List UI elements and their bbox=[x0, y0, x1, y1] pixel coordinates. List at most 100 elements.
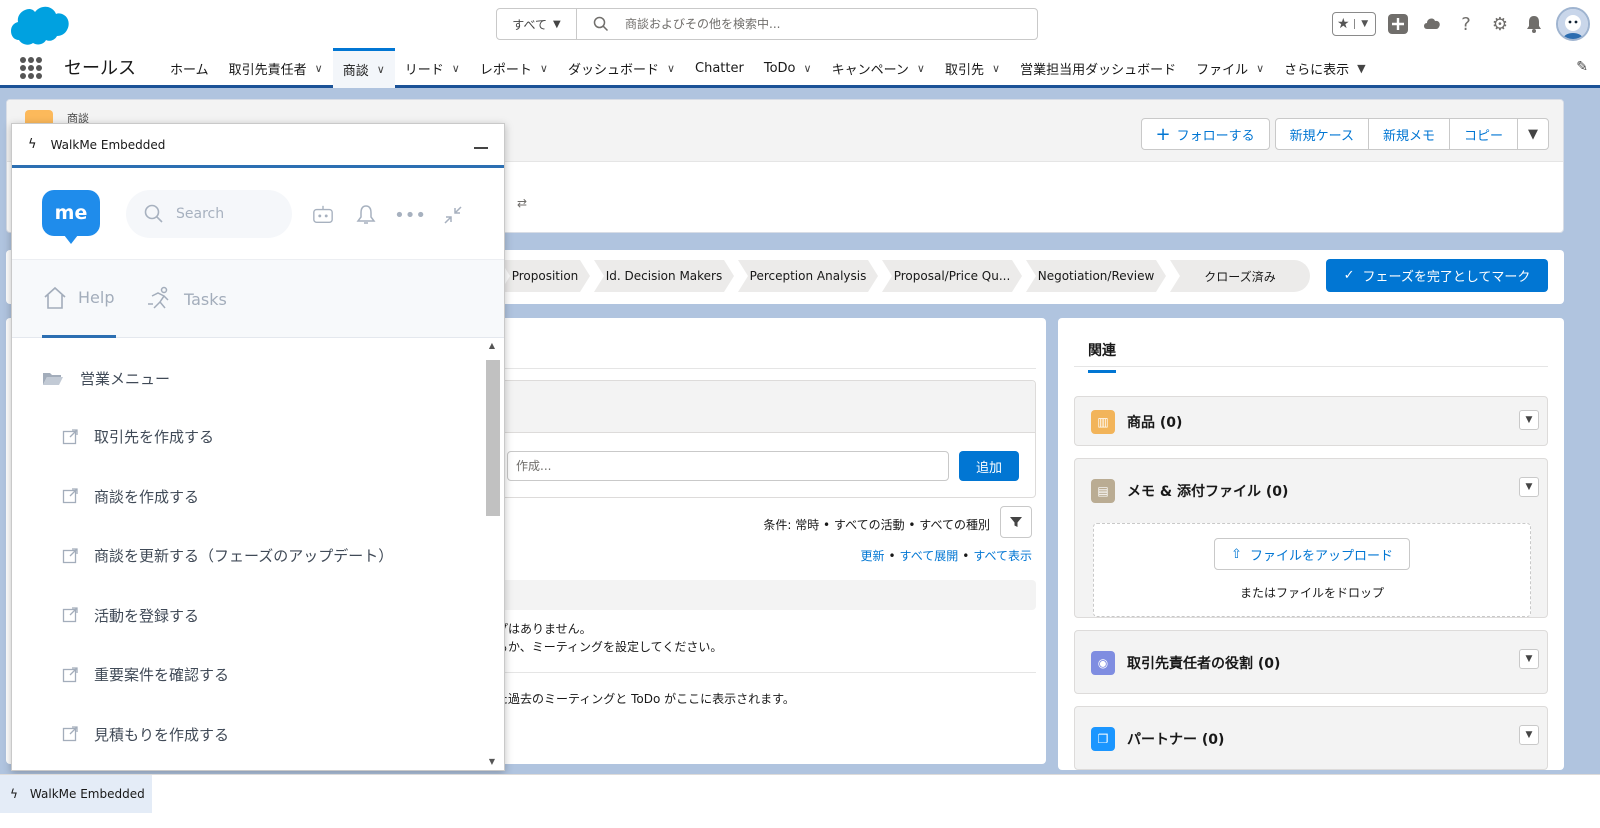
nav-tab[interactable]: 取引先 ∨ bbox=[935, 48, 1010, 88]
scroll-down-arrow-icon[interactable]: ▼ bbox=[484, 754, 500, 770]
edit-nav-icon[interactable]: ✎ bbox=[1576, 59, 1588, 75]
new-note-button[interactable]: 新規メモ bbox=[1367, 118, 1450, 150]
walkme-help-item[interactable]: 商談を更新する（フェーズのアップデート） bbox=[62, 545, 393, 566]
setup-button[interactable]: ⚙ bbox=[1488, 12, 1512, 36]
path-step[interactable]: Perception Analysis bbox=[738, 260, 878, 292]
related-list-title[interactable]: パートナー (0) bbox=[1127, 729, 1224, 749]
related-list-menu-button[interactable]: ▼ bbox=[1519, 649, 1539, 669]
nav-tab-label: ToDo bbox=[763, 60, 796, 76]
nav-tab[interactable]: ホーム bbox=[160, 48, 219, 88]
path-step[interactable]: Negotiation/Review bbox=[1026, 260, 1166, 292]
global-search[interactable]: すべて ▼ 商談およびその他を検索中... bbox=[496, 8, 1038, 40]
chevron-down-icon[interactable]: ∨ bbox=[992, 62, 1000, 75]
nav-tab[interactable]: ダッシュボード ∨ bbox=[558, 48, 685, 88]
walkme-utility-label: WalkMe Embedded bbox=[29, 787, 145, 801]
path-step[interactable]: クローズ済み bbox=[1170, 260, 1310, 292]
expand-all-link[interactable]: すべて展開 bbox=[900, 549, 959, 563]
tab-help[interactable]: Help bbox=[42, 260, 116, 338]
walkme-help-item[interactable]: 重要案件を確認する bbox=[62, 664, 229, 685]
related-list-menu-button[interactable]: ▼ bbox=[1519, 477, 1539, 497]
related-list-menu-button[interactable]: ▼ bbox=[1519, 725, 1539, 745]
related-list-menu-button[interactable]: ▼ bbox=[1519, 410, 1539, 430]
help-button[interactable]: ? bbox=[1454, 12, 1478, 36]
tab-related[interactable]: 関連 bbox=[1088, 340, 1116, 373]
nav-tab-label: Chatter bbox=[695, 60, 744, 76]
mark-stage-complete-button[interactable]: ✓ フェーズを完了としてマーク bbox=[1326, 259, 1548, 292]
scroll-thumb[interactable] bbox=[486, 360, 500, 516]
nav-tab[interactable]: ToDo ∨ bbox=[754, 48, 822, 88]
chevron-down-icon[interactable]: ∨ bbox=[804, 62, 812, 75]
search-input[interactable]: 商談およびその他を検索中... bbox=[625, 9, 780, 39]
folder-item[interactable]: 営業メニュー bbox=[42, 368, 170, 389]
notifications-button[interactable] bbox=[1522, 12, 1546, 36]
home-icon bbox=[44, 286, 66, 309]
minimize-icon[interactable] bbox=[474, 146, 488, 149]
trailhead-button[interactable] bbox=[1420, 12, 1444, 36]
walkme-help-item[interactable]: 活動を登録する bbox=[62, 605, 199, 626]
path-step[interactable]: Proposition bbox=[500, 260, 590, 292]
tab-tasks[interactable]: Tasks bbox=[146, 260, 227, 338]
bot-button[interactable] bbox=[312, 204, 334, 226]
path-step[interactable]: Id. Decision Makers bbox=[594, 260, 734, 292]
chevron-down-icon[interactable]: ∨ bbox=[667, 62, 675, 75]
chevron-down-icon[interactable]: ∨ bbox=[917, 62, 925, 75]
view-all-link[interactable]: すべて表示 bbox=[973, 549, 1032, 563]
more-icon[interactable]: ••• bbox=[394, 204, 426, 226]
search-scope-dropdown[interactable]: すべて ▼ bbox=[497, 9, 577, 39]
copy-button[interactable]: コピー bbox=[1448, 118, 1518, 150]
plus-icon: + bbox=[1155, 123, 1171, 145]
walkme-utility-item[interactable]: ϟ WalkMe Embedded bbox=[0, 775, 152, 813]
walkme-search[interactable]: Search bbox=[126, 190, 292, 238]
nav-tab[interactable]: リード ∨ bbox=[395, 48, 470, 88]
activity-filter-text: 条件: 常時 • すべての活動 • すべての種別 bbox=[763, 518, 990, 532]
related-list-title[interactable]: メモ & 添付ファイル (0) bbox=[1127, 481, 1288, 501]
nav-tab[interactable]: Chatter bbox=[685, 48, 754, 88]
nav-tab[interactable]: 取引先責任者 ∨ bbox=[219, 48, 333, 88]
add-button[interactable]: 追加 bbox=[959, 451, 1019, 481]
notification-button[interactable] bbox=[355, 204, 377, 226]
global-create-button[interactable] bbox=[1386, 12, 1410, 36]
nav-tab[interactable]: キャンペーン ∨ bbox=[822, 48, 935, 88]
nav-tab[interactable]: 商談 ∨ bbox=[332, 48, 395, 88]
scroll-up-arrow-icon[interactable]: ▲ bbox=[484, 338, 500, 354]
related-list-title[interactable]: 商品 (0) bbox=[1127, 412, 1182, 432]
no-next-steps-line2: るか、ミーティングを設定してください。 bbox=[496, 640, 723, 654]
nav-tab[interactable]: 営業担当用ダッシュボード bbox=[1010, 48, 1186, 88]
nav-tab[interactable]: レポート ∨ bbox=[470, 48, 558, 88]
collapse-button[interactable] bbox=[442, 204, 464, 226]
nav-tab[interactable]: ファイル ∨ bbox=[1186, 48, 1274, 88]
chevron-down-icon[interactable]: ∨ bbox=[540, 62, 548, 75]
chevron-down-icon[interactable]: ∨ bbox=[315, 62, 323, 75]
user-avatar[interactable] bbox=[1556, 7, 1590, 41]
external-link-icon bbox=[62, 607, 78, 623]
bell-icon bbox=[1527, 16, 1541, 33]
upload-files-button[interactable]: ⇧ ファイルをアップロード bbox=[1214, 538, 1410, 570]
chevron-down-icon[interactable]: ▼ bbox=[1357, 62, 1365, 75]
walkme-help-item[interactable]: 見積もりを作成する bbox=[62, 724, 229, 745]
refresh-link[interactable]: 更新 bbox=[860, 549, 884, 563]
chevron-down-icon[interactable]: ∨ bbox=[1256, 62, 1264, 75]
path-step[interactable]: Proposal/Price Qu... bbox=[882, 260, 1022, 292]
chevron-down-icon[interactable]: ∨ bbox=[377, 63, 385, 76]
walkme-search-input[interactable]: Search bbox=[176, 206, 224, 222]
app-launcher-icon[interactable] bbox=[20, 57, 42, 79]
walkme-scrollbar[interactable]: ▲ ▼ bbox=[484, 338, 500, 770]
related-list-header: ❐ パートナー (0) bbox=[1091, 727, 1224, 751]
upcoming-overdue-header[interactable] bbox=[496, 580, 1036, 610]
chevron-down-icon[interactable]: ∨ bbox=[452, 62, 460, 75]
favorites-button[interactable]: ★ ▼ bbox=[1332, 12, 1376, 36]
bot-icon bbox=[313, 205, 333, 224]
nav-tab[interactable]: さらに表示 ▼ bbox=[1274, 48, 1375, 88]
walkme-help-item[interactable]: 取引先を作成する bbox=[62, 426, 214, 447]
file-drop-zone[interactable]: ⇧ ファイルをアップロード またはファイルをドロップ bbox=[1093, 523, 1531, 617]
task-input[interactable]: 作成... bbox=[507, 451, 949, 481]
new-case-button[interactable]: 新規ケース bbox=[1274, 118, 1369, 150]
walkme-help-item[interactable]: 商談を作成する bbox=[62, 486, 199, 507]
related-list-title[interactable]: 取引先責任者の役割 (0) bbox=[1127, 653, 1280, 673]
salesforce-logo[interactable] bbox=[10, 5, 70, 47]
owner-change-icon[interactable]: ⇄ bbox=[517, 196, 527, 210]
astro-avatar-icon bbox=[1558, 9, 1588, 39]
more-actions-button[interactable]: ▼ bbox=[1517, 118, 1549, 150]
filter-button[interactable] bbox=[1000, 506, 1032, 538]
follow-button[interactable]: + フォローする bbox=[1140, 118, 1270, 150]
